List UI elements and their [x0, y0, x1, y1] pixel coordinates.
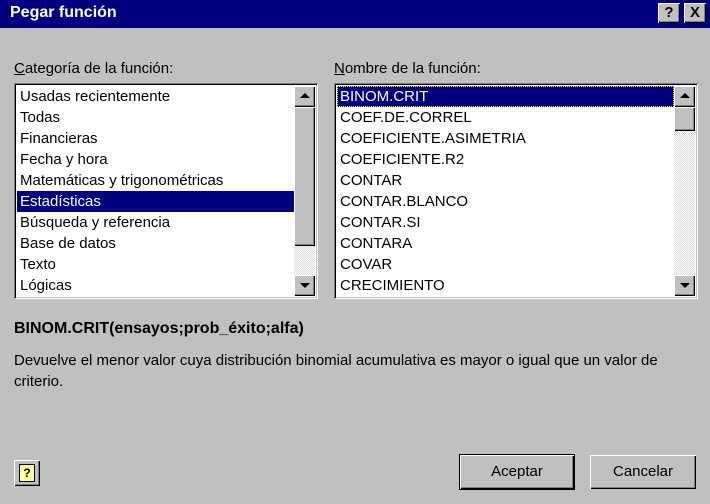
- function-list-item[interactable]: CRECIMIENTO: [337, 275, 674, 296]
- function-list-item[interactable]: CONTAR.SI: [337, 212, 674, 233]
- category-list-item[interactable]: Texto: [17, 254, 294, 275]
- window-title: Pegar función: [10, 4, 117, 21]
- arrow-up-icon: [300, 93, 310, 98]
- category-label-accesskey: C: [14, 60, 25, 77]
- function-list-item[interactable]: COEFICIENTE.ASIMETRIA: [337, 128, 674, 149]
- function-scrollbar[interactable]: [674, 86, 695, 296]
- function-list-item[interactable]: CONTARA: [337, 233, 674, 254]
- function-listbox[interactable]: BINOM.CRIT COEF.DE.CORREL COEFICIENTE.ASIM…: [334, 83, 698, 299]
- function-list-item[interactable]: CONTAR: [337, 170, 674, 191]
- category-list-item[interactable]: Financieras: [17, 128, 294, 149]
- function-list-item[interactable]: COEF.DE.CORREL: [337, 107, 674, 128]
- cancel-button[interactable]: Cancelar: [590, 455, 696, 489]
- category-scroll-down-button[interactable]: [294, 275, 315, 296]
- function-list-item[interactable]: COEFICIENTE.R2: [337, 149, 674, 170]
- category-label: Categoría de la función:: [14, 60, 173, 77]
- function-list-item[interactable]: CONTAR.BLANCO: [337, 191, 674, 212]
- arrow-down-icon: [680, 283, 690, 288]
- function-description: Devuelve el menor valor cuya distribució…: [14, 352, 658, 390]
- category-list-item[interactable]: Base de datos: [17, 233, 294, 254]
- category-list: Usadas recientemente Todas Financieras Fech…: [17, 86, 294, 296]
- close-button[interactable]: X: [684, 3, 706, 23]
- category-scroll-up-button[interactable]: [294, 86, 315, 107]
- category-scrollbar[interactable]: [294, 86, 315, 296]
- category-list-item[interactable]: Matemáticas y trigonométricas: [17, 170, 294, 191]
- category-list-item[interactable]: Estadísticas: [17, 191, 294, 212]
- function-name-label: Nombre de la función:: [334, 60, 481, 77]
- function-list: BINOM.CRIT COEF.DE.CORREL COEFICIENTE.ASIM…: [337, 86, 674, 296]
- arrow-up-icon: [680, 93, 690, 98]
- function-label-text: ombre de la función:: [344, 60, 481, 77]
- office-assistant-button[interactable]: ?: [14, 460, 40, 486]
- category-list-item[interactable]: Todas: [17, 107, 294, 128]
- category-list-item[interactable]: Usadas recientemente: [17, 86, 294, 107]
- function-label-accesskey: N: [334, 60, 345, 77]
- category-list-item[interactable]: Fecha y hora: [17, 149, 294, 170]
- help-button[interactable]: ?: [658, 3, 680, 23]
- function-scroll-thumb[interactable]: [674, 107, 695, 131]
- office-help-icon: ?: [19, 464, 35, 482]
- title-bar: Pegar función ? X: [0, 0, 710, 28]
- category-listbox[interactable]: Usadas recientemente Todas Financieras Fech…: [14, 83, 318, 299]
- function-signature: BINOM.CRIT(ensayos;prob_éxito;alfa): [14, 320, 304, 337]
- function-list-item[interactable]: BINOM.CRIT: [337, 86, 674, 107]
- function-scroll-up-button[interactable]: [674, 86, 695, 107]
- arrow-down-icon: [300, 283, 310, 288]
- category-label-text: ategoría de la función:: [24, 60, 174, 77]
- category-scroll-thumb[interactable]: [294, 107, 315, 246]
- category-list-item[interactable]: Búsqueda y referencia: [17, 212, 294, 233]
- ok-button[interactable]: Aceptar: [460, 455, 574, 489]
- category-list-item[interactable]: Lógicas: [17, 275, 294, 296]
- function-scroll-down-button[interactable]: [674, 275, 695, 296]
- function-list-item[interactable]: COVAR: [337, 254, 674, 275]
